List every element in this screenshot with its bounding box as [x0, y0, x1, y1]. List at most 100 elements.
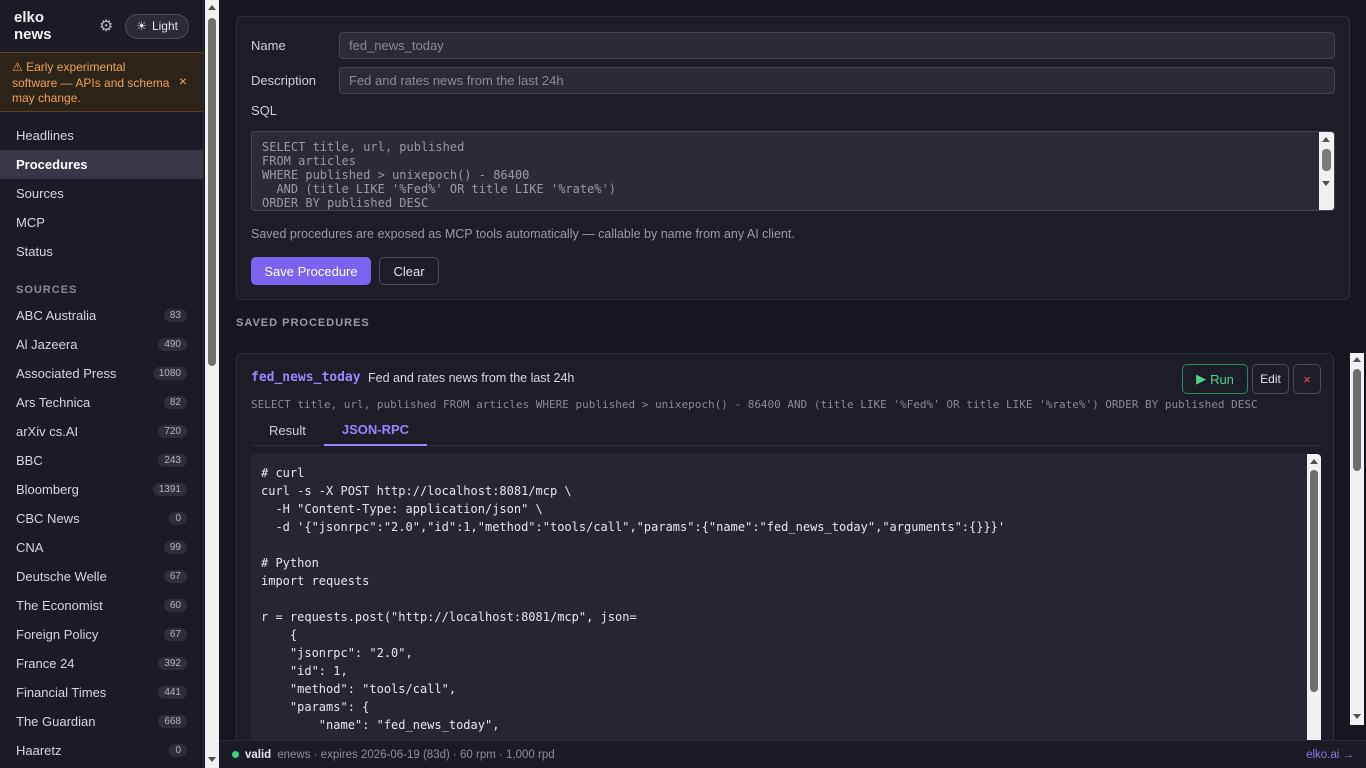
source-item[interactable]: Ars Technica 82	[0, 388, 203, 417]
source-item[interactable]: arXiv cs.AI 720	[0, 417, 203, 446]
nav-item-headlines[interactable]: Headlines	[0, 121, 203, 150]
procedure-card: fed_news_today Fed and rates news from t…	[236, 353, 1334, 740]
banner-text: ⚠ Early experimental software — APIs and…	[12, 60, 170, 105]
procedure-description: Fed and rates news from the last 24h	[368, 371, 575, 385]
key-details: enews · expires 2026-06-19 (83d) · 60 rp…	[277, 748, 555, 761]
nav-item-procedures[interactable]: Procedures	[0, 150, 203, 179]
key-status: valid	[245, 748, 272, 761]
scroll-down-icon[interactable]	[1353, 714, 1361, 719]
source-item[interactable]: France 24 392	[0, 649, 203, 678]
source-list: ABC Australia 83 Al Jazeera 490 Associated P…	[0, 301, 203, 765]
source-item[interactable]: The Economist 60	[0, 591, 203, 620]
sidebar-scroll-thumb[interactable]	[208, 18, 216, 366]
source-item[interactable]: BBC 243	[0, 446, 203, 475]
source-count-badge: 67	[163, 570, 187, 583]
nav-item-status[interactable]: Status	[0, 237, 203, 266]
source-count-badge: 720	[158, 425, 187, 438]
code-snippet: # curl curl -s -X POST http://localhost:…	[261, 466, 1006, 732]
source-item[interactable]: Haaretz 0	[0, 736, 203, 765]
code-scroll-thumb[interactable]	[1310, 470, 1318, 692]
source-item[interactable]: CBC News 0	[0, 504, 203, 533]
sql-placeholder: SELECT title, url, published FROM articl…	[262, 140, 617, 210]
source-count-badge: 0	[169, 744, 187, 757]
scroll-up-icon[interactable]	[1322, 137, 1330, 142]
source-count-badge: 83	[163, 309, 187, 322]
source-item[interactable]: Al Jazeera 490	[0, 330, 203, 359]
source-item[interactable]: Foreign Policy 67	[0, 620, 203, 649]
mcp-hint-text: Saved procedures are exposed as MCP tool…	[251, 227, 795, 241]
status-dot-icon	[232, 751, 239, 758]
scroll-up-icon[interactable]	[1310, 459, 1318, 464]
sql-scrollbar[interactable]	[1319, 132, 1334, 210]
source-label: The Guardian	[16, 714, 96, 729]
source-count-badge: 668	[158, 715, 187, 728]
nav-item-sources[interactable]: Sources	[0, 179, 203, 208]
main-scrollbar[interactable]	[1350, 353, 1364, 725]
source-count-badge: 243	[158, 454, 187, 467]
source-item[interactable]: CNA 99	[0, 533, 203, 562]
sidebar-scrollbar[interactable]	[205, 0, 219, 768]
code-scrollbar[interactable]	[1307, 454, 1321, 740]
source-label: Deutsche Welle	[16, 569, 107, 584]
gear-icon[interactable]: ⚙	[97, 16, 115, 36]
source-count-badge: 441	[158, 686, 187, 699]
sidebar-header: elko news ⚙ ☀ Light	[0, 0, 203, 52]
source-item[interactable]: Associated Press 1080	[0, 359, 203, 388]
source-label: Financial Times	[16, 685, 107, 700]
sources-heading: SOURCES	[16, 284, 78, 296]
procedure-tabs: Result JSON-RPC	[251, 414, 1321, 446]
theme-toggle-button[interactable]: ☀ Light	[125, 13, 189, 39]
saved-procedures-heading: SAVED PROCEDURES	[236, 317, 370, 329]
sql-textarea[interactable]: SELECT title, url, published FROM articl…	[251, 131, 1335, 211]
procedure-sql: SELECT title, url, published FROM articl…	[251, 398, 1258, 411]
save-procedure-button[interactable]: Save Procedure	[251, 257, 371, 285]
source-label: arXiv cs.AI	[16, 424, 79, 439]
scroll-up-icon[interactable]	[1353, 357, 1361, 362]
clear-button[interactable]: Clear	[379, 257, 439, 285]
sidebar: elko news ⚙ ☀ Light ⚠ Early experimental…	[0, 0, 204, 768]
procedure-name: fed_news_today	[251, 370, 361, 385]
scroll-down-icon[interactable]	[208, 757, 216, 762]
source-count-badge: 0	[169, 512, 187, 525]
source-label: France 24	[16, 656, 75, 671]
scroll-up-icon[interactable]	[208, 5, 216, 10]
source-label: ABC Australia	[16, 308, 97, 323]
experimental-banner: ⚠ Early experimental software — APIs and…	[0, 52, 203, 112]
main-scroll-thumb[interactable]	[1353, 369, 1361, 471]
source-label: Foreign Policy	[16, 627, 99, 642]
description-input[interactable]: Fed and rates news from the last 24h	[339, 67, 1335, 94]
source-label: Haaretz	[16, 743, 62, 758]
source-count-badge: 82	[163, 396, 187, 409]
name-input[interactable]: fed_news_today	[339, 32, 1335, 59]
source-item[interactable]: The Guardian 668	[0, 707, 203, 736]
close-icon[interactable]: ×	[179, 73, 187, 89]
run-button[interactable]: ▶ Run	[1182, 364, 1248, 394]
sun-icon: ☀	[136, 19, 147, 33]
source-label: Ars Technica	[16, 395, 91, 410]
run-label: Run	[1210, 371, 1234, 387]
delete-button[interactable]: ×	[1293, 364, 1321, 394]
source-item[interactable]: Deutsche Welle 67	[0, 562, 203, 591]
sql-label: SQL	[251, 103, 278, 118]
play-icon: ▶	[1196, 371, 1207, 386]
source-item[interactable]: Financial Times 441	[0, 678, 203, 707]
main-nav: Headlines Procedures Sources MCP Status	[0, 121, 203, 266]
sql-scroll-thumb[interactable]	[1322, 149, 1331, 171]
tab-result[interactable]: Result	[251, 414, 324, 446]
elko-ai-link[interactable]: elko.ai →	[1306, 749, 1354, 761]
source-item[interactable]: Bloomberg 1391	[0, 475, 203, 504]
nav-item-mcp[interactable]: MCP	[0, 208, 203, 237]
source-item[interactable]: ABC Australia 83	[0, 301, 203, 330]
tab-json-rpc[interactable]: JSON-RPC	[323, 414, 428, 446]
status-footer: valid enews · expires 2026-06-19 (83d) ·…	[219, 740, 1366, 768]
source-label: BBC	[16, 453, 43, 468]
main-content: Name fed_news_today Description Fed and …	[219, 0, 1366, 740]
source-label: CBC News	[16, 511, 80, 526]
procedure-form: Name fed_news_today Description Fed and …	[236, 16, 1350, 300]
edit-button[interactable]: Edit	[1252, 364, 1289, 394]
source-count-badge: 60	[163, 599, 187, 612]
source-label: Bloomberg	[16, 482, 79, 497]
description-label: Description	[251, 73, 317, 88]
theme-toggle-label: Light	[151, 19, 178, 33]
scroll-down-icon[interactable]	[1322, 181, 1330, 186]
